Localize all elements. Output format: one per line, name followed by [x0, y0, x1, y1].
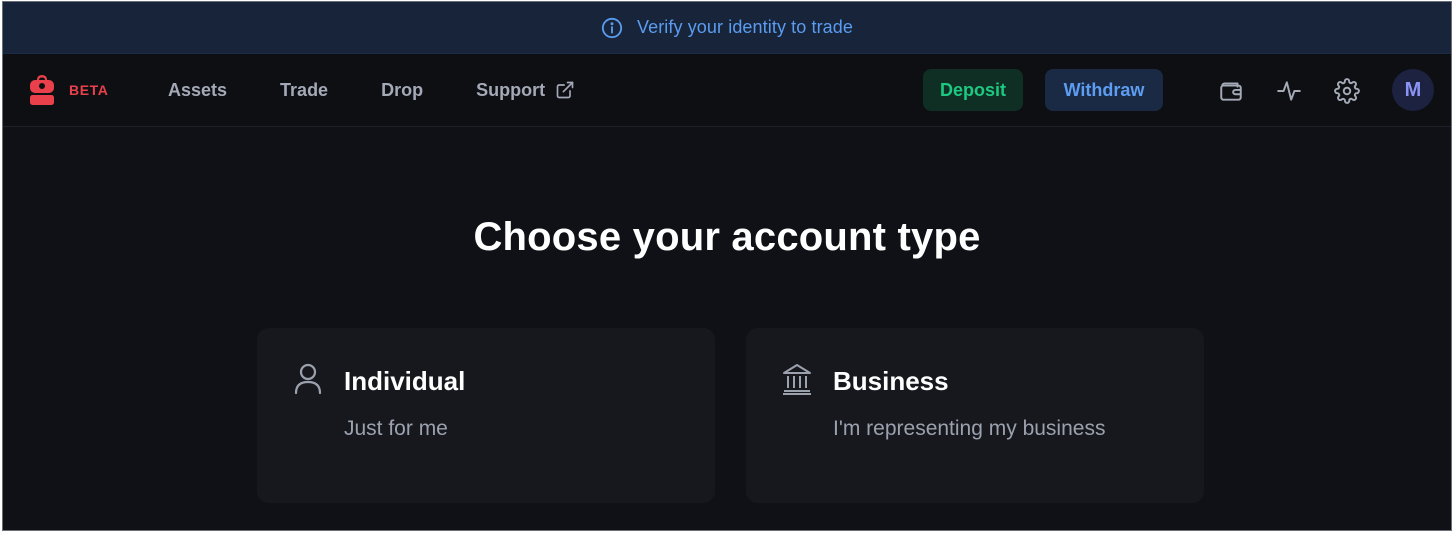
- verification-banner[interactable]: Verify your identity to trade: [3, 2, 1451, 54]
- top-navbar: BETA Assets Trade Drop Support Deposit W…: [3, 54, 1451, 127]
- activity-icon[interactable]: [1275, 77, 1303, 105]
- card-title: Business: [833, 366, 949, 396]
- user-icon: [293, 362, 323, 396]
- info-icon: [601, 17, 623, 39]
- nav-link-label: Trade: [280, 79, 329, 100]
- card-title: Individual: [344, 366, 466, 396]
- card-subtitle: I'm representing my business: [833, 417, 1106, 440]
- logo[interactable]: BETA: [29, 74, 108, 106]
- nav-link-label: Support: [476, 79, 546, 100]
- banner-text[interactable]: Verify your identity to trade: [637, 17, 853, 38]
- nav-link-drop[interactable]: Drop: [381, 80, 423, 101]
- backpack-icon: [29, 74, 55, 106]
- nav-link-label: Drop: [381, 79, 424, 100]
- bank-icon: [782, 362, 812, 396]
- account-type-card-business[interactable]: Business I'm representing my business: [746, 328, 1204, 503]
- gear-icon[interactable]: [1333, 77, 1361, 105]
- nav-links: Assets Trade Drop Support: [168, 54, 628, 126]
- withdraw-button[interactable]: Withdraw: [1045, 69, 1163, 111]
- app-window: Verify your identity to trade BETA Asset…: [2, 1, 1452, 531]
- deposit-button[interactable]: Deposit: [923, 69, 1023, 111]
- page-title: Choose your account type: [473, 215, 981, 259]
- nav-link-trade[interactable]: Trade: [280, 80, 328, 101]
- card-subtitle: Just for me: [344, 417, 448, 440]
- nav-link-assets[interactable]: Assets: [168, 80, 227, 101]
- wallet-icon[interactable]: [1217, 77, 1245, 105]
- nav-link-support[interactable]: Support: [476, 80, 575, 101]
- avatar[interactable]: M: [1392, 69, 1434, 111]
- external-link-icon: [555, 80, 575, 100]
- beta-badge: BETA: [69, 82, 109, 98]
- account-type-card-individual[interactable]: Individual Just for me: [257, 328, 715, 503]
- nav-link-label: Assets: [168, 79, 228, 100]
